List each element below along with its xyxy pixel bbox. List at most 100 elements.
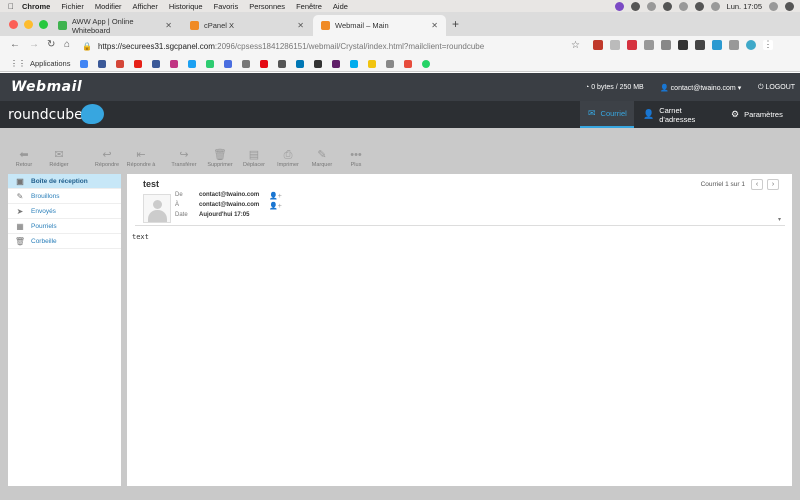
menu-fichier[interactable]: Fichier bbox=[61, 2, 84, 11]
wifi-icon[interactable] bbox=[678, 1, 688, 11]
bookmark-icon[interactable] bbox=[314, 59, 323, 68]
maximize-window-icon[interactable] bbox=[39, 20, 48, 29]
menu-fenetre[interactable]: Fenêtre bbox=[296, 2, 322, 11]
folder-trash[interactable]: 🗑 Corbeille bbox=[8, 234, 121, 249]
extension-icon[interactable] bbox=[610, 40, 620, 50]
folder-sent[interactable]: ➤ Envoyés bbox=[8, 204, 121, 219]
more-button[interactable]: ••• Plus bbox=[336, 148, 376, 168]
youtube-icon[interactable] bbox=[134, 59, 143, 68]
status-icon[interactable] bbox=[630, 1, 640, 11]
flag-icon[interactable] bbox=[710, 1, 720, 11]
linkedin-icon[interactable] bbox=[296, 59, 305, 68]
bookmark-icon[interactable] bbox=[242, 59, 251, 68]
twitter-icon[interactable] bbox=[188, 59, 197, 68]
tab-aww[interactable]: AWW App | Online Whiteboard ✕ bbox=[50, 15, 180, 36]
reload-icon[interactable]: ↻ bbox=[47, 39, 55, 50]
compose-button[interactable]: ✉ Rédiger bbox=[39, 148, 79, 168]
back-button[interactable]: ⬅ Retour bbox=[4, 148, 44, 168]
nav-parametres[interactable]: ⚙ Paramètres bbox=[723, 101, 795, 128]
search-icon[interactable] bbox=[769, 1, 778, 11]
pinterest-icon[interactable] bbox=[627, 40, 637, 50]
bookmarks-bar: ⋮⋮ Applications bbox=[0, 56, 800, 72]
reply-all-button[interactable]: ⇤ Répondre à bbox=[121, 148, 161, 168]
bookmark-icon[interactable] bbox=[404, 59, 413, 68]
extension-icon[interactable] bbox=[644, 40, 654, 50]
close-tab-icon[interactable]: ✕ bbox=[165, 21, 172, 30]
close-window-icon[interactable] bbox=[9, 20, 18, 29]
nav-carnet[interactable]: 👤 Carnet d'adresses bbox=[635, 101, 723, 128]
extension-icon[interactable] bbox=[678, 40, 688, 50]
new-tab-icon[interactable]: + bbox=[452, 17, 459, 31]
bookmark-applications[interactable]: ⋮⋮ Applications bbox=[10, 59, 70, 68]
menu-modifier[interactable]: Modifier bbox=[95, 2, 122, 11]
reply-all-icon: ⇤ bbox=[136, 149, 146, 161]
instagram-icon[interactable] bbox=[170, 59, 179, 68]
facebook-icon[interactable] bbox=[152, 59, 161, 68]
address-bar[interactable]: 🔒 https://securees31.sgcpanel.com:2096/c… bbox=[82, 38, 582, 54]
menu-app-name[interactable]: Chrome bbox=[22, 2, 50, 11]
menu-favoris[interactable]: Favoris bbox=[214, 2, 239, 11]
minimize-window-icon[interactable] bbox=[24, 20, 33, 29]
bookmark-icon[interactable] bbox=[206, 59, 215, 68]
notification-center-icon[interactable] bbox=[785, 1, 794, 11]
bookmark-icon[interactable] bbox=[278, 59, 287, 68]
expand-headers-icon[interactable]: ▾ bbox=[778, 216, 781, 223]
menu-historique[interactable]: Historique bbox=[169, 2, 203, 11]
forward-button[interactable]: ↪ Transférer bbox=[164, 148, 204, 168]
webmail-logo[interactable]: Webmail bbox=[11, 79, 82, 95]
clock[interactable]: Lun. 17:05 bbox=[727, 2, 762, 11]
sent-icon: ➤ bbox=[16, 206, 24, 216]
google-icon[interactable] bbox=[80, 59, 89, 68]
add-contact-icon[interactable]: 👤+ bbox=[269, 202, 282, 210]
gmail-icon[interactable] bbox=[116, 59, 125, 68]
bookmark-icon[interactable] bbox=[386, 59, 395, 68]
from-address[interactable]: contact@twaino.com bbox=[199, 192, 267, 200]
extension-icon[interactable] bbox=[729, 40, 739, 50]
prev-message-icon[interactable]: ‹ bbox=[751, 179, 763, 190]
menu-aide[interactable]: Aide bbox=[333, 2, 348, 11]
tab-title: AWW App | Online Whiteboard bbox=[71, 16, 134, 35]
logout-button[interactable]: ⏻ LOGOUT bbox=[758, 84, 795, 92]
menu-afficher[interactable]: Afficher bbox=[133, 2, 158, 11]
add-contact-icon[interactable]: 👤+ bbox=[269, 192, 282, 200]
extension-icon[interactable] bbox=[661, 40, 671, 50]
folder-drafts[interactable]: ✎ Brouillons bbox=[8, 189, 121, 204]
tab-cpanel[interactable]: cPanel X ✕ bbox=[182, 15, 312, 36]
forward-arrow-icon[interactable]: → bbox=[29, 39, 39, 50]
netflix-icon[interactable] bbox=[260, 59, 269, 68]
nav-courriel[interactable]: ✉ Courriel bbox=[580, 101, 634, 128]
battery-icon[interactable] bbox=[694, 1, 704, 11]
profile-avatar[interactable] bbox=[746, 40, 756, 50]
tab-webmail[interactable]: Webmail – Main ✕ bbox=[313, 15, 446, 36]
slack-icon[interactable] bbox=[332, 59, 341, 68]
apple-icon[interactable]:  bbox=[0, 2, 22, 11]
lock-icon[interactable]: 🔒 bbox=[82, 42, 92, 51]
folder-inbox[interactable]: ▣ Boîte de réception bbox=[8, 174, 121, 189]
cloud-icon[interactable] bbox=[662, 1, 672, 11]
bookmark-star-icon[interactable]: ☆ bbox=[571, 40, 580, 51]
whatsapp-icon[interactable] bbox=[422, 59, 431, 68]
bookmark-label: Applications bbox=[30, 59, 71, 68]
extension-icon[interactable] bbox=[593, 40, 603, 50]
trello-icon[interactable] bbox=[350, 59, 359, 68]
action-label: Plus bbox=[350, 162, 362, 168]
analytics-icon[interactable] bbox=[368, 59, 377, 68]
to-address[interactable]: contact@twaino.com bbox=[199, 202, 267, 210]
status-app-icon[interactable] bbox=[614, 1, 624, 11]
close-tab-icon[interactable]: ✕ bbox=[297, 21, 304, 30]
roundcube-brand[interactable]: roundcube bbox=[8, 107, 83, 123]
bookmark-icon[interactable] bbox=[98, 59, 107, 68]
menu-dots-icon[interactable]: ⋮ bbox=[763, 40, 773, 50]
extension-icon[interactable] bbox=[695, 40, 705, 50]
user-menu[interactable]: 👤 contact@twaino.com ▾ bbox=[660, 84, 741, 92]
trash-folder-icon: 🗑 bbox=[14, 236, 26, 246]
close-tab-icon[interactable]: ✕ bbox=[431, 21, 438, 30]
next-message-icon[interactable]: › bbox=[767, 179, 779, 190]
extension-icon[interactable] bbox=[712, 40, 722, 50]
bookmark-icon[interactable] bbox=[224, 59, 233, 68]
home-icon[interactable]: ⌂ bbox=[64, 39, 70, 50]
dropbox-icon[interactable] bbox=[646, 1, 656, 11]
back-arrow-icon[interactable]: ← bbox=[10, 39, 20, 50]
menu-personnes[interactable]: Personnes bbox=[249, 2, 285, 11]
folder-junk[interactable]: ▦ Pourriels bbox=[8, 219, 121, 234]
